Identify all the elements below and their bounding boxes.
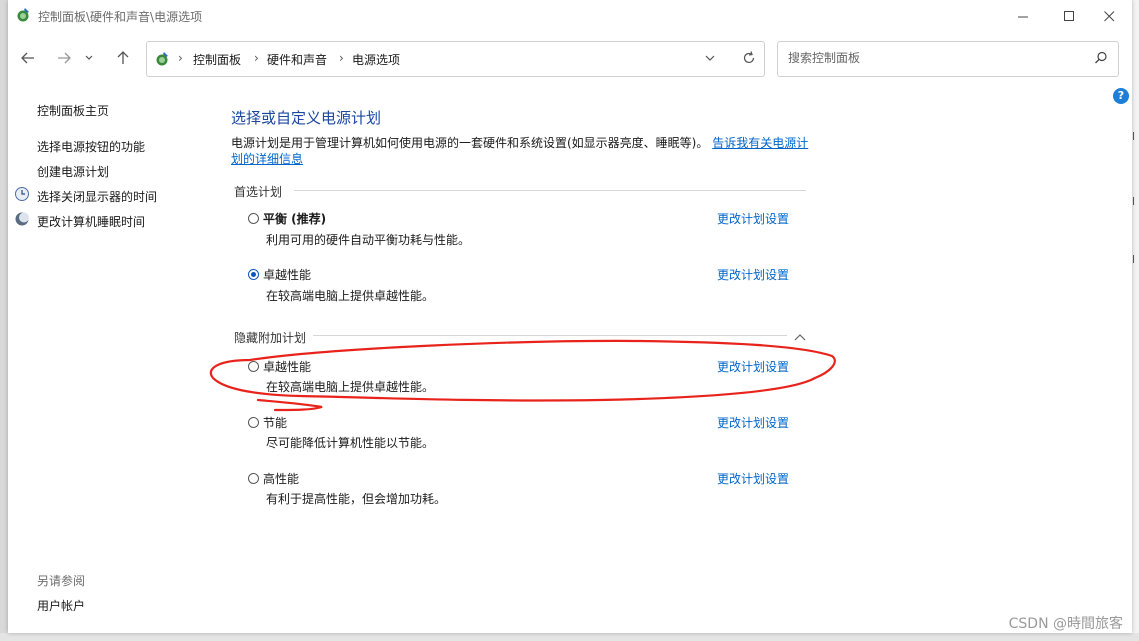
breadcrumb-hardware-sound[interactable]: 硬件和声音 bbox=[267, 51, 327, 68]
plan-radio-hidden-ultimate[interactable] bbox=[248, 361, 259, 372]
plan-radio-balanced[interactable] bbox=[248, 213, 259, 224]
plan-desc-high-performance: 有利于提高性能，但会增加功耗。 bbox=[266, 492, 447, 506]
back-button[interactable] bbox=[14, 44, 42, 72]
sidebar-item-display-off[interactable]: 选择关闭显示器的时间 bbox=[37, 188, 157, 205]
section-divider bbox=[294, 190, 806, 191]
plan-desc-hidden-ultimate: 在较高端电脑上提供卓越性能。 bbox=[266, 380, 435, 394]
hidden-plans-heading[interactable]: 隐藏附加计划 bbox=[234, 329, 306, 346]
breadcrumb-separator: › bbox=[178, 51, 183, 65]
plan-name-hidden-ultimate[interactable]: 卓越性能 bbox=[263, 358, 311, 375]
maximize-icon bbox=[1063, 10, 1074, 21]
collapse-hidden-plans-button[interactable] bbox=[794, 330, 806, 344]
plan-desc-balanced: 利用可用的硬件自动平衡功耗与性能。 bbox=[266, 233, 471, 247]
control-panel-icon bbox=[155, 51, 171, 70]
plan-desc-power-saver: 尽可能降低计算机性能以节能。 bbox=[266, 436, 435, 450]
intro-text: 电源计划是用于管理计算机如何使用电源的一套硬件和系统设置(如显示器亮度、睡眠等)… bbox=[231, 135, 811, 167]
title-bar: 控制面板\硬件和声音\电源选项 bbox=[8, 0, 1132, 32]
change-plan-settings-link[interactable]: 更改计划设置 bbox=[717, 414, 789, 431]
sleep-moon-icon bbox=[14, 211, 30, 230]
learn-more-link[interactable]: 划的详细信息 bbox=[231, 152, 303, 166]
search-input[interactable] bbox=[786, 50, 1080, 66]
arrow-left-icon bbox=[21, 52, 34, 64]
minimize-button[interactable] bbox=[1000, 0, 1046, 32]
plan-name-balanced[interactable]: 平衡 (推荐) bbox=[263, 210, 326, 227]
control-panel-window: 控制面板\硬件和声音\电源选项 › 控制面板 › 硬件和声音 › 电源选项 搜索… bbox=[8, 0, 1132, 633]
background-window-strip: lll bbox=[1132, 0, 1139, 641]
refresh-button[interactable] bbox=[742, 50, 756, 69]
plan-name-ultimate[interactable]: 卓越性能 bbox=[263, 266, 311, 283]
display-timer-icon bbox=[14, 186, 30, 205]
refresh-icon bbox=[743, 51, 755, 64]
address-bar[interactable]: › 控制面板 › 硬件和声音 › 电源选项 bbox=[146, 41, 765, 77]
see-also-heading: 另请参阅 bbox=[37, 574, 86, 588]
watermark: CSDN @時間旅客 bbox=[1008, 616, 1123, 632]
arrow-up-icon bbox=[117, 51, 129, 64]
breadcrumb-separator: › bbox=[254, 51, 259, 65]
power-options-app-icon bbox=[16, 7, 32, 26]
plan-name-power-saver[interactable]: 节能 bbox=[263, 414, 287, 431]
section-divider bbox=[313, 335, 787, 336]
close-button[interactable] bbox=[1086, 0, 1132, 32]
window-title: 控制面板\硬件和声音\电源选项 bbox=[38, 10, 203, 24]
intro-description: 电源计划是用于管理计算机如何使用电源的一套硬件和系统设置(如显示器亮度、睡眠等)… bbox=[231, 136, 709, 150]
preferred-plans-heading: 首选计划 bbox=[234, 185, 283, 199]
recent-locations-button[interactable] bbox=[80, 44, 98, 72]
plan-radio-high-performance[interactable] bbox=[248, 473, 259, 484]
breadcrumb-separator: › bbox=[339, 51, 344, 65]
change-plan-settings-link[interactable]: 更改计划设置 bbox=[717, 210, 789, 227]
breadcrumb-control-panel[interactable]: 控制面板 bbox=[193, 51, 241, 68]
sidebar-item-power-buttons[interactable]: 选择电源按钮的功能 bbox=[37, 138, 145, 155]
plan-radio-ultimate[interactable] bbox=[248, 269, 259, 280]
minimize-icon bbox=[1017, 16, 1028, 17]
chevron-up-icon bbox=[794, 334, 806, 341]
plan-radio-power-saver[interactable] bbox=[248, 417, 259, 428]
close-icon bbox=[1103, 10, 1114, 21]
change-plan-settings-link[interactable]: 更改计划设置 bbox=[717, 358, 789, 375]
plan-name-high-performance[interactable]: 高性能 bbox=[263, 470, 299, 487]
chevron-down-icon bbox=[85, 55, 93, 60]
page-title: 选择或自定义电源计划 bbox=[231, 109, 382, 127]
arrow-right-icon bbox=[58, 52, 71, 64]
up-button[interactable] bbox=[109, 44, 137, 72]
sidebar-item-sleep-time[interactable]: 更改计算机睡眠时间 bbox=[37, 213, 145, 230]
see-also-user-accounts[interactable]: 用户帐户 bbox=[37, 597, 85, 614]
address-dropdown-button[interactable] bbox=[704, 50, 716, 69]
learn-more-link[interactable]: 告诉我有关电源计 bbox=[712, 136, 808, 150]
plan-desc-ultimate: 在较高端电脑上提供卓越性能。 bbox=[266, 289, 435, 303]
sidebar-home-link[interactable]: 控制面板主页 bbox=[37, 102, 109, 119]
forward-button[interactable] bbox=[50, 44, 78, 72]
change-plan-settings-link[interactable]: 更改计划设置 bbox=[717, 470, 789, 487]
breadcrumb-power-options[interactable]: 电源选项 bbox=[352, 51, 400, 68]
search-box bbox=[777, 41, 1119, 77]
sidebar-item-create-plan[interactable]: 创建电源计划 bbox=[37, 163, 109, 180]
help-icon[interactable]: ? bbox=[1113, 88, 1129, 104]
change-plan-settings-link[interactable]: 更改计划设置 bbox=[717, 266, 789, 283]
search-icon[interactable] bbox=[1094, 50, 1108, 69]
chevron-down-icon bbox=[705, 55, 715, 61]
taskbar-strip bbox=[0, 633, 1139, 641]
